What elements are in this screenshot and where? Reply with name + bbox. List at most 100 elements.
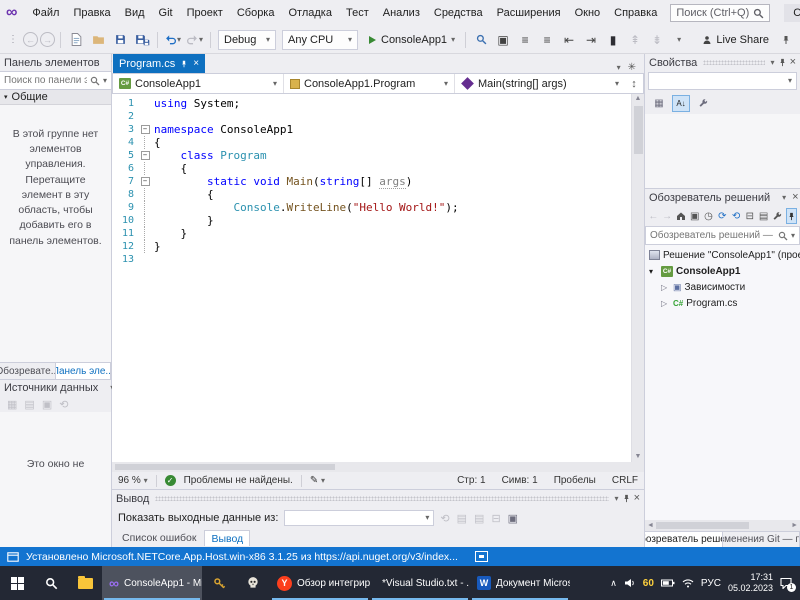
project-dropdown[interactable]: C# ConsoleApp1 ▾ <box>113 74 284 93</box>
clock[interactable]: 17:31 05.02.2023 <box>728 572 773 595</box>
menu-item[interactable]: Файл <box>25 0 66 26</box>
zoom-level-dropdown[interactable]: 96 % ▾ <box>118 475 148 486</box>
output-source-dropdown[interactable]: ▾ <box>284 510 435 526</box>
editor-options-gear-icon[interactable]: ✳ <box>628 62 636 73</box>
tab-toolbox[interactable]: Панель эле... <box>55 363 111 379</box>
taskbar-notepad-button[interactable]: *Visual Studio.txt - ... <box>370 566 470 600</box>
menu-item[interactable]: Окно <box>568 0 608 26</box>
pending-changes-filter-icon[interactable]: ◷ <box>703 208 714 224</box>
menu-item[interactable]: Средства <box>427 0 490 26</box>
refresh-icon[interactable]: ⟲ <box>731 208 742 224</box>
refresh-icon[interactable]: ⟲ <box>59 398 68 411</box>
menu-item[interactable]: Сборка <box>230 0 282 26</box>
scrollbar-thumb[interactable] <box>655 522 750 529</box>
navigate-back-icon[interactable]: ← <box>23 32 38 47</box>
previous-message-icon[interactable]: ▤ <box>457 512 467 525</box>
toolbar-grip[interactable]: ⋮ <box>8 34 18 45</box>
start-button[interactable] <box>0 566 34 600</box>
chevron-down-icon[interactable]: ▾ <box>103 76 107 85</box>
back-icon[interactable]: ← <box>648 208 659 224</box>
status-notification-icon[interactable] <box>474 551 488 562</box>
tab-server-explorer[interactable]: Обозревате... <box>0 363 56 379</box>
decrease-indent-icon[interactable]: ⇤ <box>559 30 579 50</box>
solution-explorer-header[interactable]: Обозреватель решений ▾ × <box>645 189 800 206</box>
tree-row-project[interactable]: ▾ C# ConsoleApp1 <box>645 263 800 279</box>
uncomment-selection-icon[interactable]: ≡ <box>537 30 557 50</box>
taskbar-game-button[interactable] <box>202 566 236 600</box>
panel-menu-icon[interactable]: ▾ <box>782 193 786 202</box>
panel-drag-grip[interactable] <box>155 496 609 501</box>
taskbar-skull-game-button[interactable] <box>236 566 270 600</box>
close-icon[interactable]: × <box>792 192 798 203</box>
find-in-files-icon[interactable] <box>471 30 491 50</box>
split-window-icon[interactable]: ↕ <box>625 74 643 93</box>
home-icon[interactable] <box>676 208 687 224</box>
show-all-files-icon[interactable]: ▤ <box>758 208 769 224</box>
open-file-icon[interactable] <box>88 30 108 50</box>
code-editor[interactable]: 1 using System; 2 3− namespace ConsoleApp1 4{… <box>112 94 644 462</box>
solution-horizontal-scrollbar[interactable]: ◄ ► <box>645 520 800 531</box>
feedback-pin-icon[interactable] <box>781 35 791 45</box>
new-project-icon[interactable] <box>66 30 86 50</box>
sync-with-active-document-icon[interactable]: ⟳ <box>717 208 728 224</box>
battery-percent[interactable]: 60 <box>643 578 654 589</box>
bookmark-icon[interactable]: ▮ <box>603 30 623 50</box>
editor-horizontal-scrollbar[interactable] <box>112 462 644 472</box>
language-indicator[interactable]: РУС <box>701 578 721 589</box>
menu-item[interactable]: Справка <box>607 0 664 26</box>
switch-views-icon[interactable]: ▣ <box>689 208 700 224</box>
start-debugging-button[interactable]: ConsoleApp1 ▾ <box>362 29 460 51</box>
toolbar-overflow-icon[interactable]: ▾ <box>669 30 689 50</box>
taskbar-yandex-button[interactable]: Y Обзор интегриров... <box>270 566 370 600</box>
find-message-icon[interactable]: ⟲ <box>440 512 449 525</box>
chevron-down-icon[interactable]: ▾ <box>791 231 795 240</box>
menu-item[interactable]: Правка <box>66 0 117 26</box>
scrollbar-thumb[interactable] <box>633 106 643 154</box>
tree-row-program-cs[interactable]: ▷ C# Program.cs <box>645 295 800 311</box>
code-lines[interactable]: 1 using System; 2 3− namespace ConsoleApp1 4{… <box>112 94 631 462</box>
comment-selection-icon[interactable]: ≡ <box>515 30 535 50</box>
member-dropdown[interactable]: Main(string[] args) ▾ <box>455 74 625 93</box>
toolbox-group-general[interactable]: ▾ Общие <box>0 90 111 105</box>
volume-icon[interactable] <box>624 578 636 588</box>
forward-icon[interactable]: → <box>662 208 673 224</box>
undo-icon[interactable]: ▾ <box>163 30 183 50</box>
status-task-icon[interactable] <box>7 552 19 562</box>
pin-icon[interactable] <box>622 494 631 503</box>
panel-drag-grip[interactable] <box>703 60 765 65</box>
menu-item[interactable]: Вид <box>118 0 152 26</box>
scrollbar-track[interactable] <box>655 522 789 529</box>
close-icon[interactable]: × <box>634 493 640 504</box>
bookmark-next-icon[interactable]: ⇟ <box>647 30 667 50</box>
menu-item[interactable]: Проект <box>180 0 230 26</box>
save-icon[interactable] <box>110 30 130 50</box>
tree-row-solution[interactable]: Решение "ConsoleApp1" (проекты: 1 из 1) <box>645 247 800 263</box>
scrollbar-thumb[interactable] <box>115 464 335 470</box>
increase-indent-icon[interactable]: ⇥ <box>581 30 601 50</box>
scroll-down-icon[interactable]: ▼ <box>635 452 642 462</box>
bookmark-prev-icon[interactable]: ⇞ <box>625 30 645 50</box>
alphabetical-view-icon[interactable]: A↓ <box>672 94 690 112</box>
solution-search-input[interactable]: Обозреватель решений — поиск (Ctrl+» ▾ <box>645 226 800 245</box>
keep-open-pin-icon[interactable] <box>180 60 188 68</box>
expander-icon[interactable]: ▾ <box>649 267 658 276</box>
configuration-dropdown[interactable]: Debug ▾ <box>218 29 276 50</box>
tab-git-changes[interactable]: Изменения Git — п... <box>723 532 800 547</box>
scroll-right-icon[interactable]: ► <box>791 522 798 529</box>
wifi-icon[interactable] <box>682 578 694 588</box>
taskbar-word-button[interactable]: W Документ Microso... <box>470 566 570 600</box>
tab-program-cs[interactable]: Program.cs × <box>113 54 206 73</box>
panel-menu-icon[interactable]: ▾ <box>771 58 775 67</box>
tab-solution-explorer[interactable]: Обозреватель реше... <box>645 532 723 547</box>
close-icon[interactable]: × <box>790 57 796 68</box>
taskbar-search-button[interactable] <box>34 566 68 600</box>
toolbox-panel-header[interactable]: Панель элементов ▾ × <box>0 54 128 71</box>
editor-vertical-scrollbar[interactable]: ▲ ▼ <box>631 94 644 462</box>
menu-item[interactable]: Анализ <box>376 0 427 26</box>
health-label[interactable]: Проблемы не найдены. <box>184 475 293 486</box>
add-data-source-icon[interactable]: ▦ <box>7 398 17 411</box>
collapse-all-icon[interactable]: ⊟ <box>744 208 755 224</box>
properties-panel-header[interactable]: Свойства ▾ × <box>645 54 800 71</box>
toggle-word-wrap-icon[interactable]: ▣ <box>508 512 518 525</box>
toolbox-search-input[interactable]: Поиск по панели элемен ▾ <box>0 71 111 90</box>
